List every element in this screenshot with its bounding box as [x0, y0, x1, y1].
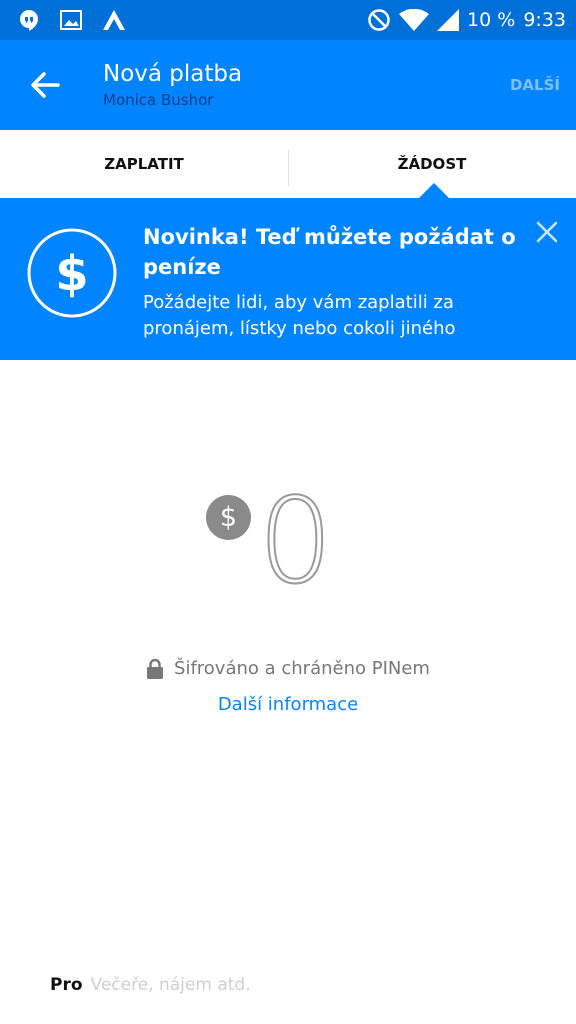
dollar-circle-icon: $ — [27, 228, 117, 318]
security-text: Šifrováno a chráněno PINem — [174, 658, 430, 679]
banner-title: Novinka! Teď můžete požádat o peníze — [143, 225, 516, 279]
currency-badge: $ — [206, 495, 251, 540]
gallery-icon — [60, 10, 82, 30]
memo-input[interactable] — [90, 975, 491, 995]
amount-value: 0 — [257, 472, 334, 610]
more-info-link[interactable]: Další informace — [0, 694, 576, 715]
arrow-left-icon — [31, 72, 60, 98]
amount-field[interactable]: $ 0 — [0, 475, 576, 610]
back-button[interactable] — [28, 68, 62, 102]
next-button[interactable]: DALŠÍ — [510, 76, 560, 94]
dnd-icon — [367, 8, 391, 32]
app-bar: Nová platba Monica Bushor DALŠÍ — [0, 40, 576, 130]
clock: 9:33 — [523, 9, 566, 31]
banner-close-button[interactable] — [535, 220, 559, 244]
status-bar: 10 % 9:33 — [0, 0, 576, 40]
signal-icon — [437, 9, 460, 31]
page-title: Nová platba — [103, 61, 243, 87]
active-tab-indicator — [418, 183, 450, 199]
close-icon — [536, 221, 558, 243]
tab-pay[interactable]: ZAPLATIT — [0, 130, 288, 198]
svg-text:$: $ — [55, 246, 88, 302]
memo-label: Pro — [50, 975, 83, 995]
banner-text: Požádejte lidi, aby vám zaplatili za pro… — [143, 292, 456, 339]
battery-text: 10 % — [467, 9, 516, 31]
security-note: Šifrováno a chráněno PINem — [0, 658, 576, 679]
tab-divider — [288, 150, 289, 186]
recipient-name: Monica Bushor — [103, 91, 214, 109]
hangouts-icon — [18, 9, 40, 31]
app-a-icon — [102, 9, 126, 31]
lock-icon — [147, 658, 164, 679]
memo-row: Pro — [50, 975, 491, 995]
wifi-icon — [399, 9, 430, 31]
request-money-banner: $ Novinka! Teď můžete požádat o peníze P… — [0, 198, 576, 360]
